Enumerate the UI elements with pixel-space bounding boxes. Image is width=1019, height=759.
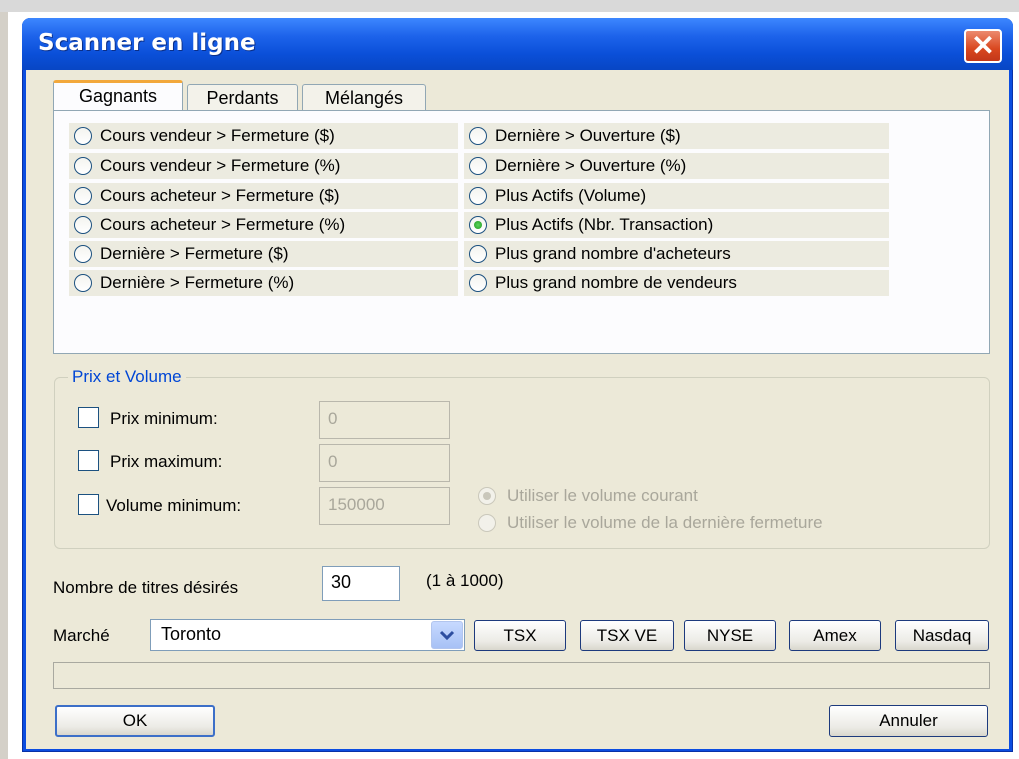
- market-select-value: Toronto: [161, 624, 222, 644]
- market-button-nyse[interactable]: NYSE: [684, 620, 776, 651]
- market-button-amex[interactable]: Amex: [789, 620, 881, 651]
- max-price-input[interactable]: 0: [319, 444, 450, 482]
- criteria-option-bid-close-dollar[interactable]: Cours acheteur > Fermeture ($): [69, 183, 458, 209]
- min-volume-label: Volume minimum:: [106, 496, 242, 515]
- min-price-label: Prix minimum:: [110, 409, 218, 428]
- radio-dot: [474, 221, 482, 229]
- criteria-option-label: Cours vendeur > Fermeture (%): [100, 156, 341, 175]
- radio-dot: [483, 492, 491, 500]
- criteria-option-last-close-percent[interactable]: Dernière > Fermeture (%): [69, 270, 458, 296]
- criteria-option-label: Cours vendeur > Fermeture ($): [100, 126, 335, 145]
- criteria-option-label: Dernière > Ouverture ($): [495, 126, 681, 145]
- radio-icon[interactable]: [74, 187, 92, 205]
- min-price-input[interactable]: 0: [319, 401, 450, 439]
- cancel-button[interactable]: Annuler: [829, 705, 988, 737]
- min-price-checkbox[interactable]: [78, 407, 99, 428]
- chevron-down-icon: [439, 630, 455, 641]
- radio-icon[interactable]: [74, 216, 92, 234]
- radio-icon[interactable]: [469, 127, 487, 145]
- market-dropdown-button[interactable]: [431, 621, 463, 649]
- criteria-option-label: Dernière > Ouverture (%): [495, 156, 687, 175]
- current-volume-option-label: Utiliser le volume courant: [507, 486, 698, 505]
- market-button-tsx-ve[interactable]: TSX VE: [580, 620, 674, 651]
- criteria-option-most-active-volume[interactable]: Plus Actifs (Volume): [464, 183, 889, 209]
- radio-icon[interactable]: [74, 157, 92, 175]
- min-volume-input[interactable]: 150000: [319, 487, 450, 525]
- radio-icon[interactable]: [74, 245, 92, 263]
- close-icon: ✕: [971, 30, 995, 61]
- count-input[interactable]: 30: [322, 566, 400, 601]
- ok-button[interactable]: OK: [55, 705, 215, 737]
- criteria-option-label: Plus Actifs (Volume): [495, 186, 647, 205]
- radio-icon[interactable]: [469, 245, 487, 263]
- last-close-volume-radio-icon[interactable]: [478, 514, 496, 532]
- radio-selected-icon[interactable]: [469, 216, 487, 234]
- criteria-option-label: Plus grand nombre de vendeurs: [495, 273, 737, 292]
- tab-melanges[interactable]: Mélangés: [302, 84, 426, 112]
- top-background-strip: [0, 0, 1019, 12]
- criteria-option-label: Dernière > Fermeture (%): [100, 273, 295, 292]
- criteria-option-label: Dernière > Fermeture ($): [100, 244, 289, 263]
- tab-perdants[interactable]: Perdants: [187, 84, 298, 112]
- radio-icon[interactable]: [469, 157, 487, 175]
- radio-icon[interactable]: [74, 127, 92, 145]
- criteria-option-label: Cours acheteur > Fermeture (%): [100, 215, 346, 234]
- criteria-option-most-sellers[interactable]: Plus grand nombre de vendeurs: [464, 270, 889, 296]
- window-title: Scanner en ligne: [38, 30, 256, 56]
- criteria-option-most-active-trades[interactable]: Plus Actifs (Nbr. Transaction): [464, 212, 889, 238]
- criteria-option-last-open-percent[interactable]: Dernière > Ouverture (%): [464, 153, 889, 179]
- market-button-tsx[interactable]: TSX: [474, 620, 566, 651]
- progress-bar: [53, 662, 990, 689]
- price-volume-group-title: Prix et Volume: [68, 367, 186, 387]
- count-label: Nombre de titres désirés: [53, 578, 239, 597]
- radio-icon[interactable]: [469, 274, 487, 292]
- min-volume-checkbox[interactable]: [78, 494, 99, 515]
- current-volume-radio-icon[interactable]: [478, 487, 496, 505]
- market-label: Marché: [53, 626, 110, 645]
- last-close-volume-option-label: Utiliser le volume de la dernière fermet…: [507, 513, 823, 532]
- count-range-hint: (1 à 1000): [426, 571, 504, 590]
- left-background-bar: [0, 12, 8, 759]
- criteria-option-label: Plus grand nombre d'acheteurs: [495, 244, 731, 263]
- criteria-option-label: Cours acheteur > Fermeture ($): [100, 186, 340, 205]
- close-button[interactable]: ✕: [964, 29, 1002, 63]
- tab-gagnants[interactable]: Gagnants: [53, 80, 183, 110]
- criteria-option-ask-close-percent[interactable]: Cours vendeur > Fermeture (%): [69, 153, 458, 179]
- radio-icon[interactable]: [74, 274, 92, 292]
- criteria-option-label: Plus Actifs (Nbr. Transaction): [495, 215, 714, 234]
- radio-icon[interactable]: [469, 187, 487, 205]
- criteria-option-ask-close-dollar[interactable]: Cours vendeur > Fermeture ($): [69, 123, 458, 149]
- criteria-option-most-buyers[interactable]: Plus grand nombre d'acheteurs: [464, 241, 889, 267]
- market-button-nasdaq[interactable]: Nasdaq: [895, 620, 989, 651]
- max-price-label: Prix maximum:: [110, 452, 223, 471]
- criteria-option-bid-close-percent[interactable]: Cours acheteur > Fermeture (%): [69, 212, 458, 238]
- criteria-option-last-open-dollar[interactable]: Dernière > Ouverture ($): [464, 123, 889, 149]
- criteria-option-last-close-dollar[interactable]: Dernière > Fermeture ($): [69, 241, 458, 267]
- max-price-checkbox[interactable]: [78, 450, 99, 471]
